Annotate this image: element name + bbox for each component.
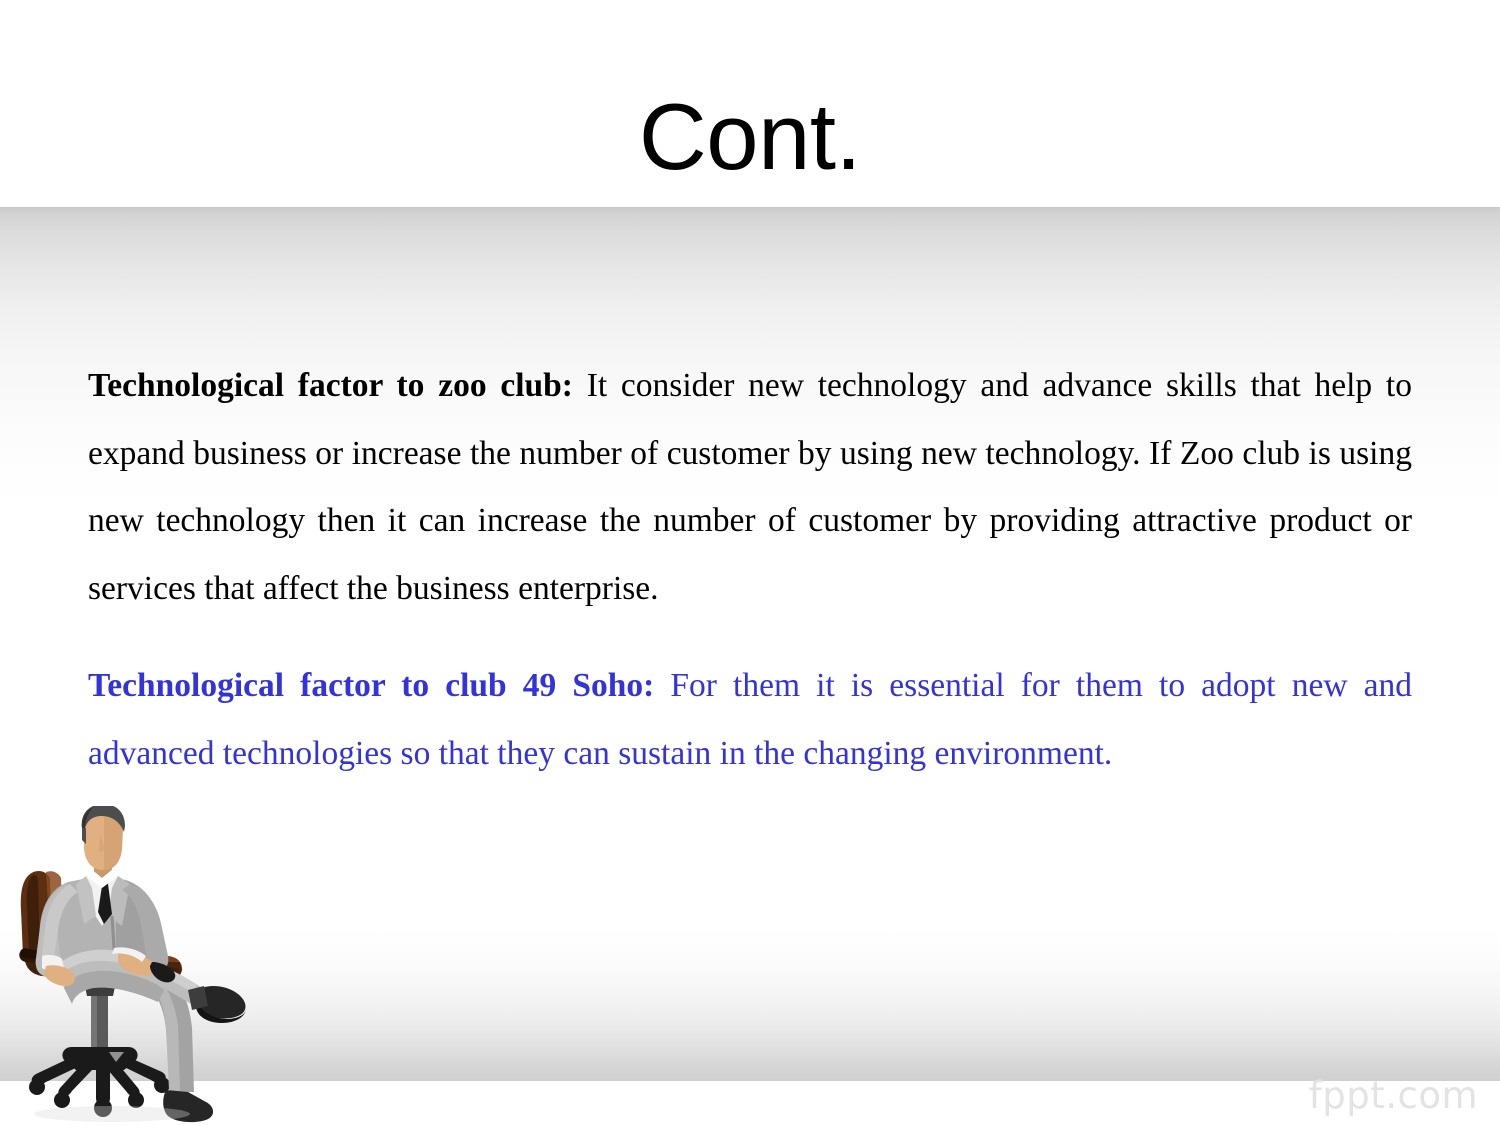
slide-body: Technological factor to zoo club: It con… — [88, 352, 1412, 787]
illustration-ground-shadow — [34, 1106, 190, 1122]
fppt-watermark: fppt.com — [1308, 1074, 1478, 1117]
office-chair-column-graphic — [84, 982, 116, 1054]
businessman-sitting-on-office-chair-illustration — [12, 806, 282, 1125]
page-title: Cont. — [638, 84, 862, 189]
paragraph-zoo-club-lead-in: Technological factor to zoo club: — [88, 367, 573, 404]
paragraph-club-49-soho-lead-in: Technological factor to club 49 Soho: — [88, 667, 655, 704]
slide: Cont. Technological factor to zoo club: … — [0, 0, 1500, 1125]
paragraph-club-49-soho: Technological factor to club 49 Soho: Fo… — [88, 652, 1412, 787]
paragraph-zoo-club: Technological factor to zoo club: It con… — [88, 352, 1412, 622]
businessman-head-graphic — [81, 806, 125, 882]
